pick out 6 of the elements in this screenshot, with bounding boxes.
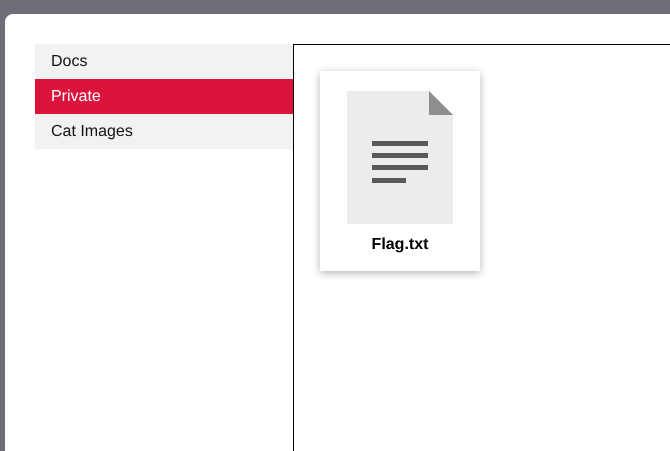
text-file-icon (347, 91, 453, 224)
file-card[interactable]: Flag.txt (320, 71, 480, 271)
sidebar-item[interactable]: Private (35, 79, 293, 114)
sidebar-item[interactable]: Cat Images (35, 114, 293, 149)
file-name: Flag.txt (372, 236, 428, 254)
sidebar-item[interactable]: Docs (35, 44, 293, 79)
